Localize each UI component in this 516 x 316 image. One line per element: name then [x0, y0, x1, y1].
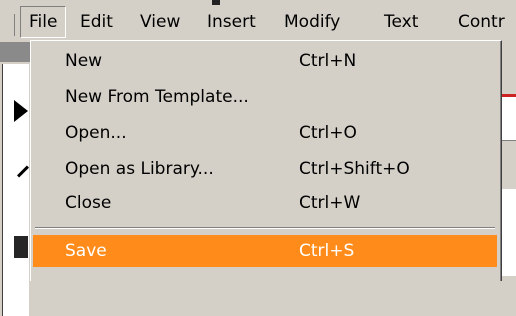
- menu-item-shortcut: Ctrl+W: [299, 193, 361, 213]
- file-menu-dropdown: New Ctrl+N New From Template... Open... …: [30, 40, 502, 281]
- top-edge-mark: [212, 0, 220, 5]
- menu-modify[interactable]: Modify: [276, 6, 348, 38]
- menu-control[interactable]: Contr: [450, 6, 513, 38]
- menu-view[interactable]: View: [132, 6, 188, 38]
- menu-item-open-as-library[interactable]: Open as Library... Ctrl+Shift+O: [31, 153, 497, 185]
- menu-bar: File Edit View Insert Modify Text Contr: [0, 6, 516, 40]
- menu-item-new-from-template[interactable]: New From Template...: [31, 81, 497, 113]
- menu-item-label: Close: [65, 193, 112, 213]
- menu-item-label: Open...: [65, 123, 127, 143]
- menu-item-shortcut: Ctrl+O: [299, 123, 357, 143]
- background-left-panel: [0, 40, 30, 316]
- menu-insert[interactable]: Insert: [199, 6, 264, 38]
- menu-item-label: New: [65, 51, 103, 71]
- menu-item-shortcut: Ctrl+Shift+O: [299, 159, 410, 179]
- menu-item-shortcut: Ctrl+N: [299, 51, 357, 71]
- menu-item-label: Save: [65, 241, 107, 261]
- background-right-toolbar: [500, 40, 516, 96]
- menubar-grip: [0, 14, 15, 36]
- background-scroll-area: [500, 140, 516, 189]
- background-right-panel: [500, 40, 516, 276]
- background-toolbar: [0, 42, 30, 62]
- background-red-line: [500, 94, 516, 97]
- menu-item-label: New From Template...: [65, 87, 249, 107]
- menu-text[interactable]: Text: [376, 6, 426, 38]
- menu-item-label: Open as Library...: [65, 159, 214, 179]
- menu-edit[interactable]: Edit: [72, 6, 121, 38]
- menu-item-save[interactable]: Save Ctrl+S: [33, 235, 497, 267]
- menu-item-open[interactable]: Open... Ctrl+O: [31, 117, 497, 149]
- menu-item-close[interactable]: Close Ctrl+W: [31, 187, 497, 219]
- menu-item-new[interactable]: New Ctrl+N: [31, 45, 497, 77]
- menu-separator: [35, 227, 495, 229]
- menu-file[interactable]: File: [20, 6, 67, 38]
- text-tool-icon: [14, 236, 28, 258]
- menu-item-shortcut: Ctrl+S: [299, 241, 355, 261]
